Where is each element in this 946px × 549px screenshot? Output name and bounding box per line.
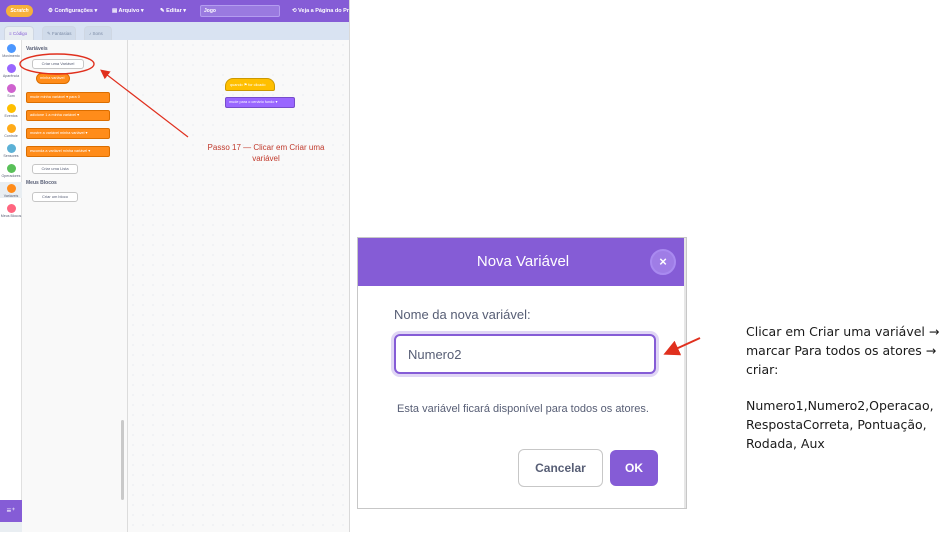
when-flag-clicked-block[interactable]: quando ⚑ for clicado [225,78,275,91]
category-sensing[interactable]: Sensores [0,144,22,158]
variables-heading: Variáveis [26,46,48,52]
dialog-scrollbar [684,238,686,508]
dialog-header: Nova Variável [358,238,686,286]
variable-reporter-block[interactable]: minha variável [36,73,70,84]
instructions-line-2: Numero1,Numero2,Operacao, RespostaCorret… [746,398,934,451]
scratch-logo[interactable]: Scratch [6,5,33,17]
create-variable-button[interactable]: Criar uma Variável [32,59,84,69]
category-my-blocks[interactable]: Meus Blocos [0,204,22,218]
category-sound[interactable]: Som [0,84,22,98]
category-control[interactable]: Controle [0,124,22,138]
category-motion[interactable]: Movimento [0,44,22,58]
category-dot-icon [6,164,16,173]
extension-icon: ≡⁺ [6,506,16,515]
category-events[interactable]: Eventos [0,104,22,118]
switch-backdrop-block[interactable]: mude para o cenário fundo ▾ [225,97,295,108]
tab-sounds[interactable]: ♪ Sons [84,26,112,40]
editor-tabs: ≡ Código ✎ Fantasias ♪ Sons [0,22,349,40]
tutorial-canvas: Scratch ⚙ Configurações ▾ ▤ Arquivo ▾ ✎ … [0,0,946,549]
show-variable-block[interactable]: mostre a variável minha variável ▾ [26,128,110,139]
scratch-editor-screenshot: Scratch ⚙ Configurações ▾ ▤ Arquivo ▾ ✎ … [0,0,350,532]
hide-variable-block[interactable]: esconda a variável minha variável ▾ [26,146,110,157]
instructions-line-1: Clicar em Criar uma variável → marcar Pa… [746,324,940,377]
create-list-button[interactable]: Criar uma Lista [32,164,78,174]
block-palette: Variáveis Criar uma Variável minha variá… [22,40,128,532]
step-17-annotation: Passo 17 — Clicar em Criar uma variável [207,143,325,163]
variable-name-input[interactable] [394,334,656,374]
create-block-button[interactable]: Criar um bloco [32,192,78,202]
category-variables[interactable]: Variáveis [0,182,22,198]
menu-bar: Scratch ⚙ Configurações ▾ ▤ Arquivo ▾ ✎ … [0,0,349,22]
variable-name-label: Nome da nova variável: [394,307,531,322]
category-dot-icon [6,104,16,113]
instructions-text: Clicar em Criar uma variável → marcar Pa… [746,322,942,453]
variable-scope-hint: Esta variável ficará disponível para tod… [397,403,649,415]
menu-edit[interactable]: ✎ Editar ▾ [160,8,186,14]
menu-file[interactable]: ▤ Arquivo ▾ [112,8,144,14]
menu-settings[interactable]: ⚙ Configurações ▾ [48,8,97,14]
project-title-input[interactable]: Jogo [200,5,280,17]
add-extension-button[interactable]: ≡⁺ [0,500,22,522]
ok-button[interactable]: OK [610,450,658,486]
category-dot-icon [6,84,16,93]
see-project-page-link[interactable]: ⟲ Veja a Página do Pr [292,8,349,14]
my-blocks-heading: Meus Blocos [26,180,57,186]
cancel-button[interactable]: Cancelar [518,449,603,487]
category-operators[interactable]: Operadores [0,164,22,178]
code-workspace[interactable]: quando ⚑ for clicado mude para o cenário… [128,40,349,532]
category-dot-icon [6,44,16,53]
close-icon[interactable]: × [650,249,676,275]
new-variable-dialog: Nova Variável × Nome da nova variável: E… [357,237,687,509]
dialog-title: Nova Variável [476,253,570,270]
category-dot-icon [6,144,16,153]
palette-scrollbar[interactable] [121,420,124,500]
category-menu: Movimento Aparência Som Eventos Controle… [0,40,22,510]
category-dot-icon [6,64,16,73]
tab-costumes[interactable]: ✎ Fantasias [42,26,76,40]
category-dot-icon [6,124,16,133]
category-looks[interactable]: Aparência [0,64,22,78]
category-dot-icon [6,184,16,193]
set-variable-block[interactable]: mude minha variável ▾ para 0 [26,92,110,103]
tab-code[interactable]: ≡ Código [4,26,34,40]
category-dot-icon [6,204,16,213]
change-variable-block[interactable]: adicione 1 a minha variável ▾ [26,110,110,121]
